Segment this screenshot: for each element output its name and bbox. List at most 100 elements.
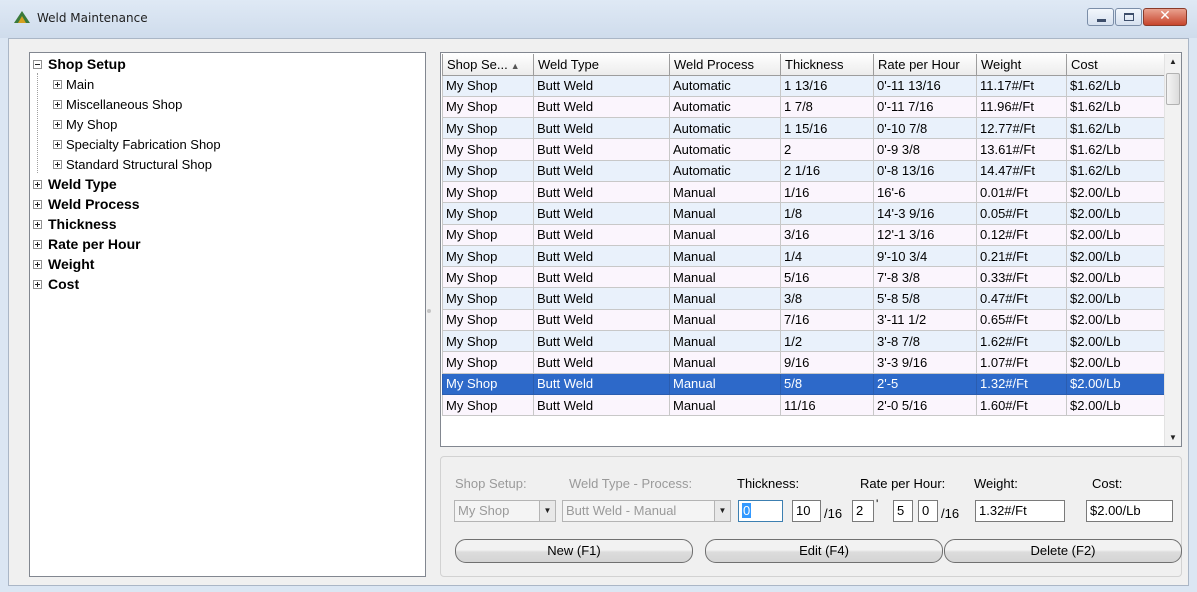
expand-icon[interactable] [33,280,42,289]
table-row[interactable]: My Shop Butt Weld Manual 3/8 5'-8 5/8 0.47#/F… [442,287,1167,310]
table-row[interactable]: My Shop Butt Weld Manual 5/16 7'-8 3/8 0.33#/… [442,266,1167,289]
column-header-rate-per-hour[interactable]: Rate per Hour [873,54,977,76]
table-cell: 7/16 [780,308,874,332]
table-row[interactable]: My Shop Butt Weld Manual 7/16 3'-11 1/2 0.65#… [442,308,1167,332]
column-header-weld-type[interactable]: Weld Type [533,54,670,76]
expand-icon[interactable] [53,120,62,129]
table-cell: 11.17#/Ft [976,74,1067,97]
table-row[interactable]: My Shop Butt Weld Automatic 2 0'-9 3/8 13.61#… [442,138,1167,161]
expand-icon[interactable] [53,140,62,149]
table-row[interactable]: My Shop Butt Weld Automatic 1 13/16 0'-11 13… [442,74,1167,97]
tree-node-cost[interactable]: Cost [33,275,425,295]
table-row[interactable]: My Shop Butt Weld Automatic 1 15/16 0'-10 7/… [442,117,1167,140]
thickness-whole-input[interactable]: 0 [738,500,783,522]
table-cell: My Shop [442,117,534,140]
table-cell: 13.61#/Ft [976,138,1067,161]
table-cell: $1.62/Lb [1066,138,1167,161]
table-cell: 9/16 [780,351,874,374]
expand-icon[interactable] [33,260,42,269]
table-cell: My Shop [442,372,534,395]
table-cell: Butt Weld [533,330,670,353]
tree-node-main[interactable]: Main [33,75,425,95]
tree-node-specialty-fabrication-shop[interactable]: Specialty Fabrication Shop [33,135,425,155]
new-button[interactable]: New (F1) [455,539,693,563]
thickness-numerator-input[interactable]: 10 [792,500,821,522]
table-row[interactable]: My Shop Butt Weld Manual 11/16 2'-0 5/16 1.60… [442,393,1167,417]
rate-inches-input[interactable]: 5 [893,500,913,522]
column-header-shop-setup[interactable]: Shop Se... ▲ [442,54,534,76]
table-cell: 12'-1 3/16 [873,223,977,246]
expand-icon[interactable] [53,80,62,89]
table-cell: My Shop [442,74,534,97]
minimize-button[interactable] [1087,8,1114,26]
table-cell: 1.07#/Ft [976,351,1067,374]
table-cell: Automatic [669,95,781,119]
close-button[interactable]: ✕ [1143,8,1187,26]
thickness-label: Thickness: [737,476,800,491]
expand-icon[interactable] [33,200,42,209]
weld-type-process-label: Weld Type - Process: [569,476,693,491]
scroll-down-icon[interactable]: ▼ [1165,430,1181,446]
table-row[interactable]: My Shop Butt Weld Automatic 1 7/8 0'-11 7/16… [442,95,1167,119]
scrollbar-thumb[interactable] [1166,73,1180,105]
tree-node-shop-setup[interactable]: Shop Setup [33,55,425,75]
shop-setup-select[interactable]: My Shop ▼ [454,500,556,522]
table-cell: 0'-8 13/16 [873,159,977,182]
table-row[interactable]: My Shop Butt Weld Manual 1/16 16'-6 0.01#/Ft $… [442,180,1167,204]
table-cell: 0'-11 7/16 [873,95,977,119]
table-cell: Butt Weld [533,351,670,374]
chevron-down-icon[interactable]: ▼ [714,501,730,521]
category-tree[interactable]: Shop Setup Main Miscellaneous Shop My Sh… [29,52,426,577]
tree-node-rate-per-hour[interactable]: Rate per Hour [33,235,425,255]
table-cell: My Shop [442,138,534,161]
table-row[interactable]: My Shop Butt Weld Manual 5/8 2'-5 1.32#/Ft $2.… [442,372,1167,395]
table-row[interactable]: My Shop Butt Weld Manual 1/4 9'-10 3/4 0.21#/… [442,244,1167,268]
rate-feet-input[interactable]: 2 [852,500,874,522]
table-row[interactable]: My Shop Butt Weld Manual 1/8 14'-3 9/16 0.05#… [442,202,1167,225]
shop-setup-label: Shop Setup: [455,476,527,491]
table-cell: 14.47#/Ft [976,159,1067,182]
splitter-grip[interactable] [427,309,431,313]
weld-type-process-select[interactable]: Butt Weld - Manual ▼ [562,500,731,522]
table-cell: $2.00/Lb [1066,351,1167,374]
table-row[interactable]: My Shop Butt Weld Manual 9/16 3'-3 9/16 1.07#… [442,351,1167,374]
column-header-weight[interactable]: Weight [976,54,1067,76]
column-header-weld-process[interactable]: Weld Process [669,54,781,76]
table-row[interactable]: My Shop Butt Weld Manual 3/16 12'-1 3/16 0.12… [442,223,1167,246]
column-header-cost[interactable]: Cost [1066,54,1167,76]
cost-input[interactable]: $2.00/Lb [1086,500,1173,522]
table-cell: Butt Weld [533,138,670,161]
feet-mark: ' [876,497,879,511]
tree-node-thickness[interactable]: Thickness [33,215,425,235]
table-row[interactable]: My Shop Butt Weld Manual 1/2 3'-8 7/8 1.62#/F… [442,330,1167,353]
tree-node-miscellaneous-shop[interactable]: Miscellaneous Shop [33,95,425,115]
grid-vertical-scrollbar[interactable]: ▲ ▼ [1164,54,1181,446]
expand-icon[interactable] [33,240,42,249]
table-cell: Butt Weld [533,244,670,268]
tree-node-my-shop[interactable]: My Shop [33,115,425,135]
maximize-button[interactable] [1115,8,1142,26]
table-cell: Automatic [669,74,781,97]
tree-node-weld-type[interactable]: Weld Type [33,175,425,195]
delete-button[interactable]: Delete (F2) [944,539,1182,563]
weld-grid[interactable]: Shop Se... ▲ Weld Type Weld Process Thick… [440,52,1182,447]
column-header-thickness[interactable]: Thickness [780,54,874,76]
table-row[interactable]: My Shop Butt Weld Automatic 2 1/16 0'-8 13/1… [442,159,1167,182]
table-cell: My Shop [442,202,534,225]
chevron-down-icon[interactable]: ▼ [539,501,555,521]
table-cell: Butt Weld [533,202,670,225]
table-cell: Manual [669,393,781,417]
weight-input[interactable]: 1.32#/Ft [975,500,1065,522]
tree-node-standard-structural-shop[interactable]: Standard Structural Shop [33,155,425,175]
tree-node-weld-process[interactable]: Weld Process [33,195,425,215]
rate-fraction-input[interactable]: 0 [918,500,938,522]
scroll-up-icon[interactable]: ▲ [1165,54,1181,70]
edit-button[interactable]: Edit (F4) [705,539,943,563]
expand-icon[interactable] [53,100,62,109]
tree-node-weight[interactable]: Weight [33,255,425,275]
expand-icon[interactable] [53,160,62,169]
table-cell: $1.62/Lb [1066,117,1167,140]
expand-icon[interactable] [33,180,42,189]
expand-icon[interactable] [33,220,42,229]
collapse-icon[interactable] [33,60,42,69]
